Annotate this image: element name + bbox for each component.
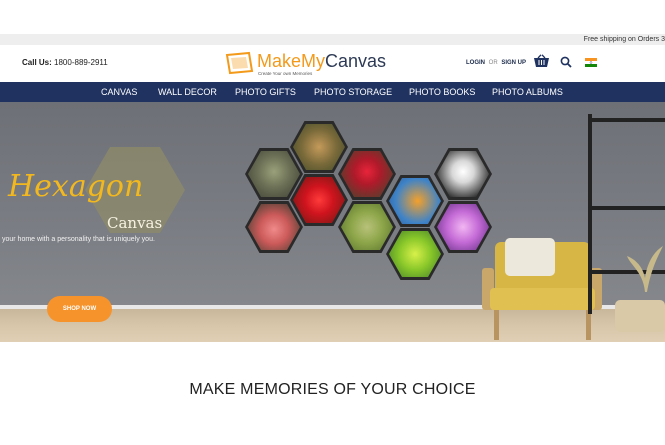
main-nav: CANVAS WALL DECOR PHOTO GIFTS PHOTO STOR… bbox=[0, 82, 665, 102]
hero-title: Hexagon bbox=[8, 169, 144, 204]
promo-text: Free shipping on Orders 3 bbox=[583, 36, 665, 43]
hex-photo-orange-flowers bbox=[386, 175, 444, 227]
call-label: Call Us: bbox=[22, 58, 52, 67]
hero-subtitle: Canvas bbox=[107, 214, 163, 232]
site-logo[interactable]: MakeMyCanvas Create Your own Memories bbox=[225, 51, 390, 77]
nav-item-wall-decor[interactable]: WALL DECOR bbox=[158, 82, 217, 102]
shop-now-button[interactable]: SHOP NOW bbox=[47, 296, 112, 322]
india-flag-icon[interactable] bbox=[585, 58, 597, 67]
section-title: MAKE MEMORIES OF YOUR CHOICE bbox=[189, 381, 476, 398]
plant-decor bbox=[627, 246, 663, 292]
nav-item-photo-gifts[interactable]: PHOTO GIFTS bbox=[235, 82, 296, 102]
promo-bar: Free shipping on Orders 3 bbox=[0, 34, 665, 45]
account-links: LOGIN OR SIGN UP bbox=[466, 60, 526, 66]
logo-tagline: Create Your own Memories bbox=[258, 71, 313, 76]
hero-banner[interactable]: Hexagon Canvas your home with a personal… bbox=[0, 102, 665, 342]
nav-item-canvas[interactable]: CANVAS bbox=[101, 82, 137, 102]
hex-photo-green-flower bbox=[386, 228, 444, 280]
or-separator: OR bbox=[488, 60, 498, 66]
armchair bbox=[480, 238, 605, 342]
planter bbox=[615, 300, 665, 332]
logo-text: MakeMyCanvas bbox=[257, 51, 386, 71]
shelf-board bbox=[588, 206, 665, 210]
cart-icon[interactable] bbox=[533, 54, 550, 69]
search-icon[interactable] bbox=[560, 56, 572, 68]
site-header: Call Us: 1800-889-2911 MakeMyCanvas Crea… bbox=[0, 45, 665, 82]
page: Free shipping on Orders 3 Call Us: 1800-… bbox=[0, 0, 665, 445]
hero-tagline: your home with a personality that is uni… bbox=[2, 236, 155, 243]
cushion bbox=[505, 238, 555, 276]
hex-photo-dog bbox=[434, 148, 492, 200]
call-number[interactable]: 1800-889-2911 bbox=[54, 58, 108, 67]
shelf-board bbox=[588, 118, 665, 122]
nav-item-photo-storage[interactable]: PHOTO STORAGE bbox=[314, 82, 392, 102]
logo-make: MakeMy bbox=[257, 51, 326, 71]
logo-frame-icon bbox=[225, 51, 254, 75]
nav-item-photo-albums[interactable]: PHOTO ALBUMS bbox=[492, 82, 563, 102]
call-us: Call Us: 1800-889-2911 bbox=[22, 58, 108, 67]
signup-link[interactable]: SIGN UP bbox=[501, 60, 526, 66]
nav-item-photo-books[interactable]: PHOTO BOOKS bbox=[409, 82, 475, 102]
hex-photo-red-flower bbox=[338, 148, 396, 200]
hex-photo-pink-blossom bbox=[245, 201, 303, 253]
hex-photo-owls bbox=[290, 121, 348, 173]
hex-photo-red-dahlia bbox=[290, 174, 348, 226]
hex-photo-cat bbox=[245, 148, 303, 200]
login-link[interactable]: LOGIN bbox=[466, 60, 485, 66]
logo-canvas: Canvas bbox=[325, 51, 387, 71]
hex-photo-bird bbox=[338, 201, 396, 253]
